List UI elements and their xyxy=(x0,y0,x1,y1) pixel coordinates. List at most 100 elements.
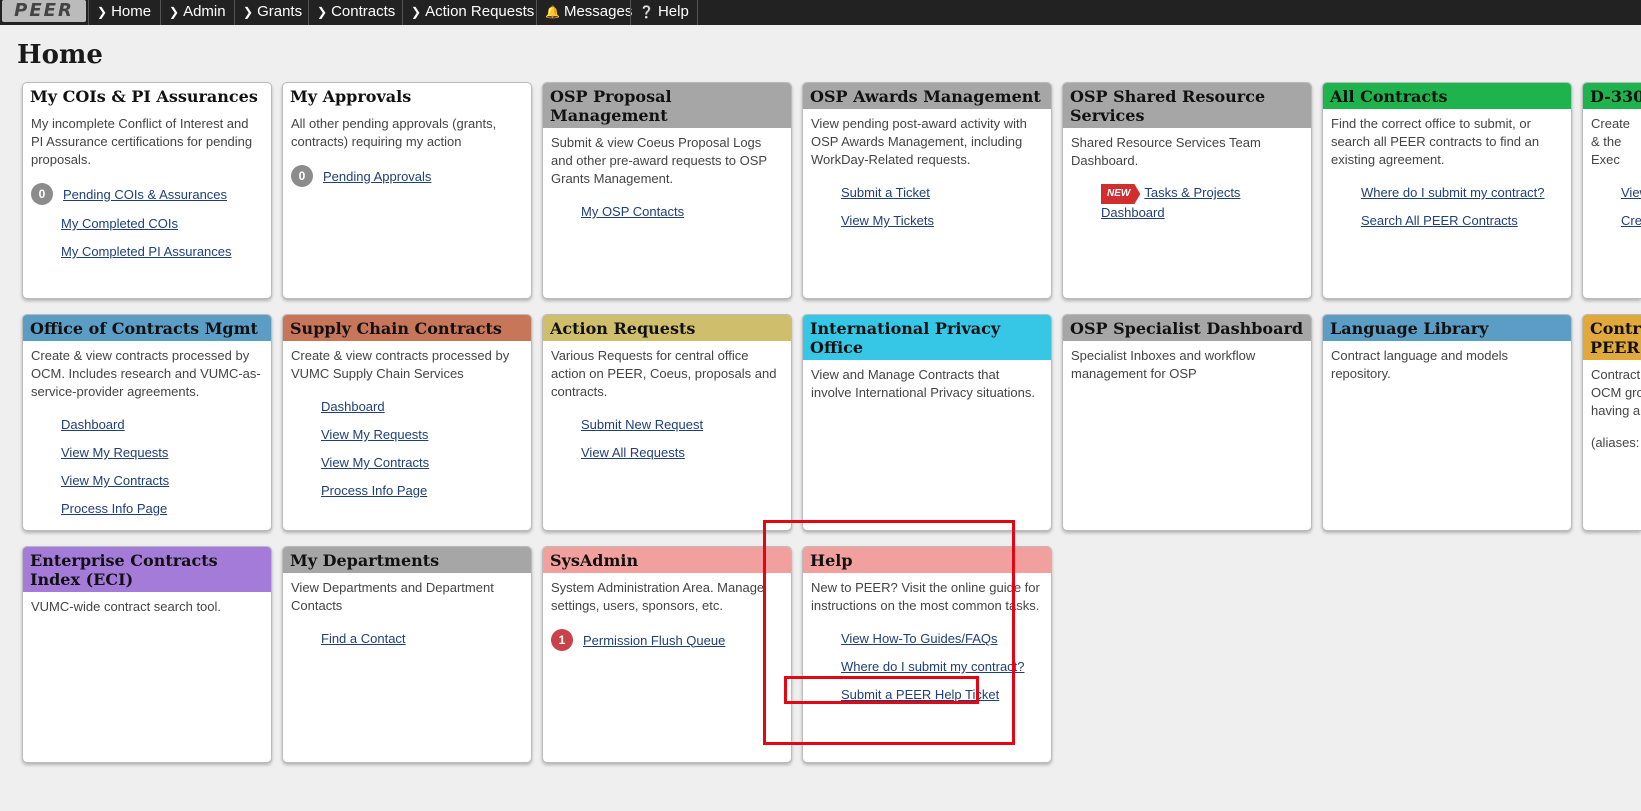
peer-logo[interactable]: PEER xyxy=(2,0,86,22)
nav-home[interactable]: ❯ Home xyxy=(88,0,159,25)
count-badge: 0 xyxy=(291,165,313,187)
card-description: VUMC-wide contract search tool. xyxy=(31,599,222,614)
card-my-approvals: My Approvals All other pending approvals… xyxy=(282,82,532,299)
card-description: Various Requests for central office acti… xyxy=(551,348,777,399)
chevron-down-icon: ❯ xyxy=(317,5,328,19)
card-osp-shared-resource: OSP Shared Resource Services Shared Reso… xyxy=(1062,82,1312,299)
nav-home-label: Home xyxy=(111,3,152,20)
card-description: All other pending approvals (grants, con… xyxy=(291,116,497,149)
card-description: View Departments and Department Contacts xyxy=(291,580,494,613)
card-d3300: D-3300 Create & the Exec View Cre xyxy=(1582,82,1641,299)
card-header: OSP Specialist Dashboard xyxy=(1063,315,1311,341)
card-description: Find the correct office to submit, or se… xyxy=(1331,116,1540,167)
submit-ticket-link[interactable]: Submit a Ticket xyxy=(841,183,1043,202)
ocm-dashboard-link[interactable]: Dashboard xyxy=(61,415,263,434)
card-header: OSP Proposal Management xyxy=(543,83,791,128)
card-description: Shared Resource Services Team Dashboard. xyxy=(1071,135,1261,168)
supply-view-my-requests-link[interactable]: View My Requests xyxy=(321,425,523,444)
chevron-down-icon: ❯ xyxy=(411,5,422,19)
card-description: System Administration Area. Manage setti… xyxy=(551,580,765,613)
nav-action-requests-label: Action Requests xyxy=(425,3,535,20)
card-osp-proposal: OSP Proposal Management Submit & view Co… xyxy=(542,82,792,299)
supply-process-info-link[interactable]: Process Info Page xyxy=(321,481,523,500)
chevron-down-icon: ❯ xyxy=(243,5,254,19)
new-tag: NEW xyxy=(1101,184,1141,204)
view-link[interactable]: View xyxy=(1621,183,1641,202)
card-header: Contracts PEER xyxy=(1583,315,1641,360)
card-header: Language Library xyxy=(1323,315,1571,341)
card-header: OSP Shared Resource Services xyxy=(1063,83,1311,128)
card-header: Supply Chain Contracts xyxy=(283,315,531,341)
card-description: Submit & view Coeus Proposal Logs and ot… xyxy=(551,135,767,186)
create-link[interactable]: Cre xyxy=(1621,211,1641,230)
card-header: Help xyxy=(803,547,1051,573)
ocm-process-info-link[interactable]: Process Info Page xyxy=(61,499,263,518)
card-help: Help New to PEER? Visit the online guide… xyxy=(802,546,1052,763)
nav-admin[interactable]: ❯ Admin xyxy=(160,0,234,25)
card-description: My incomplete Conflict of Interest and P… xyxy=(31,116,253,167)
card-my-cois: My COIs & PI Assurances My incomplete Co… xyxy=(22,82,272,299)
card-header: International Privacy Office xyxy=(803,315,1051,360)
card-header: OSP Awards Management xyxy=(803,83,1051,109)
card-description: Contract OCM gro having a xyxy=(1591,367,1641,418)
permission-flush-queue-link[interactable]: Permission Flush Queue xyxy=(583,631,725,650)
nav-action-requests[interactable]: ❯ Action Requests xyxy=(402,0,542,25)
tasks-projects-dashboard-link[interactable]: NEW Tasks & Projects Dashboard xyxy=(1101,184,1303,222)
card-my-departments: My Departments View Departments and Depa… xyxy=(282,546,532,763)
ocm-view-my-requests-link[interactable]: View My Requests xyxy=(61,443,263,462)
card-office-of-contracts-mgmt: Office of Contracts Mgmt Create & view c… xyxy=(22,314,272,531)
count-badge: 0 xyxy=(31,183,53,205)
nav-admin-label: Admin xyxy=(183,3,226,20)
where-submit-contract-link[interactable]: Where do I submit my contract? xyxy=(841,657,1043,676)
chevron-down-icon: ❯ xyxy=(97,5,108,19)
card-sysadmin: SysAdmin System Administration Area. Man… xyxy=(542,546,792,763)
card-all-contracts: All Contracts Find the correct office to… xyxy=(1322,82,1572,299)
pending-cois-link[interactable]: Pending COIs & Assurances xyxy=(63,185,227,204)
card-action-requests: Action Requests Various Requests for cen… xyxy=(542,314,792,531)
card-supply-chain-contracts: Supply Chain Contracts Create & view con… xyxy=(282,314,532,531)
view-how-to-guides-link[interactable]: View How-To Guides/FAQs xyxy=(841,629,1043,648)
card-description: New to PEER? Visit the online guide for … xyxy=(811,580,1040,613)
nav-help[interactable]: ❔ Help xyxy=(630,0,698,25)
card-description: Create & view contracts processed by VUM… xyxy=(291,348,510,381)
card-description: View pending post-award activity with OS… xyxy=(811,116,1027,167)
card-international-privacy: International Privacy Office View and Ma… xyxy=(802,314,1052,531)
card-description: Create & the Exec xyxy=(1591,116,1631,167)
search-all-peer-contracts-link[interactable]: Search All PEER Contracts xyxy=(1361,211,1563,230)
supply-view-my-contracts-link[interactable]: View My Contracts xyxy=(321,453,523,472)
view-my-tickets-link[interactable]: View My Tickets xyxy=(841,211,1043,230)
nav-messages-label: Messages xyxy=(563,3,633,20)
chevron-down-icon: ❯ xyxy=(169,5,180,19)
find-contact-link[interactable]: Find a Contact xyxy=(321,629,523,648)
card-language-library: Language Library Contract language and m… xyxy=(1322,314,1572,531)
supply-dashboard-link[interactable]: Dashboard xyxy=(321,397,523,416)
nav-contracts-label: Contracts xyxy=(331,3,396,20)
bell-icon: 🔔 xyxy=(545,5,560,19)
submit-new-request-link[interactable]: Submit New Request xyxy=(581,415,783,434)
nav-grants-label: Grants xyxy=(257,3,303,20)
view-all-requests-link[interactable]: View All Requests xyxy=(581,443,783,462)
pending-approvals-link[interactable]: Pending Approvals xyxy=(323,167,431,186)
my-completed-cois-link[interactable]: My Completed COIs xyxy=(61,214,263,233)
card-header: All Contracts xyxy=(1323,83,1571,109)
card-description: View and Manage Contracts that involve I… xyxy=(811,367,1036,400)
page-title: Home xyxy=(17,40,103,70)
card-header: Enterprise Contracts Index (ECI) xyxy=(23,547,271,592)
where-submit-contract-link[interactable]: Where do I submit my contract? xyxy=(1361,183,1563,202)
nav-messages[interactable]: 🔔 Messages xyxy=(536,0,640,25)
card-header: My Departments xyxy=(283,547,531,573)
nav-grants[interactable]: ❯ Grants xyxy=(234,0,310,25)
submit-peer-help-ticket-link[interactable]: Submit a PEER Help Ticket xyxy=(841,685,1043,704)
my-osp-contacts-link[interactable]: My OSP Contacts xyxy=(581,202,783,221)
card-header: My Approvals xyxy=(290,87,412,106)
card-osp-specialist-dashboard: OSP Specialist Dashboard Specialist Inbo… xyxy=(1062,314,1312,531)
card-header: D-3300 xyxy=(1583,83,1641,109)
my-completed-pi-assurances-link[interactable]: My Completed PI Assurances xyxy=(61,242,263,261)
card-description: Specialist Inboxes and workflow manageme… xyxy=(1071,348,1256,381)
nav-help-label: Help xyxy=(657,3,689,20)
card-header: SysAdmin xyxy=(543,547,791,573)
card-contracts-peer: Contracts PEER Contract OCM gro having a… xyxy=(1582,314,1641,531)
top-navbar: PEER ❯ Home ❯ Admin ❯ Grants ❯ Contracts ❯ Ac… xyxy=(0,0,1641,25)
nav-contracts[interactable]: ❯ Contracts xyxy=(308,0,403,25)
ocm-view-my-contracts-link[interactable]: View My Contracts xyxy=(61,471,263,490)
